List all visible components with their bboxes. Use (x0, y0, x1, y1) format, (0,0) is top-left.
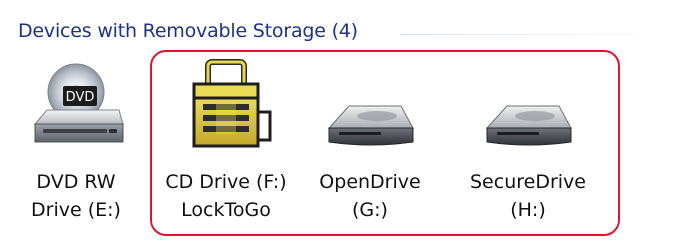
removable-drive-icon (473, 58, 583, 158)
group-divider (400, 34, 670, 35)
drive-item-securedrive[interactable]: SecureDrive (H:) (458, 58, 598, 234)
removable-drive-icon (315, 58, 425, 158)
dvd-drive-icon: DVD (21, 58, 131, 158)
drive-item-opendrive[interactable]: OpenDrive (G:) (300, 58, 440, 234)
drive-label: DVD RW Drive (E:) (31, 171, 121, 221)
drive-label: OpenDrive (G:) (319, 171, 421, 221)
drive-item-cd-locktogo[interactable]: CD Drive (F:) LockToGo (156, 58, 296, 234)
drive-item-dvd-rw[interactable]: DVD DVD RW Drive (E:) (6, 58, 146, 234)
drive-label: SecureDrive (H:) (470, 171, 586, 221)
drive-label: CD Drive (F:) LockToGo (165, 171, 287, 221)
svg-text:DVD: DVD (66, 90, 95, 105)
locked-drive-icon (171, 58, 281, 158)
group-header-removable-storage[interactable]: Devices with Removable Storage (4) (18, 20, 358, 50)
explorer-devices-pane: Devices with Removable Storage (4) DVD D… (0, 0, 679, 245)
